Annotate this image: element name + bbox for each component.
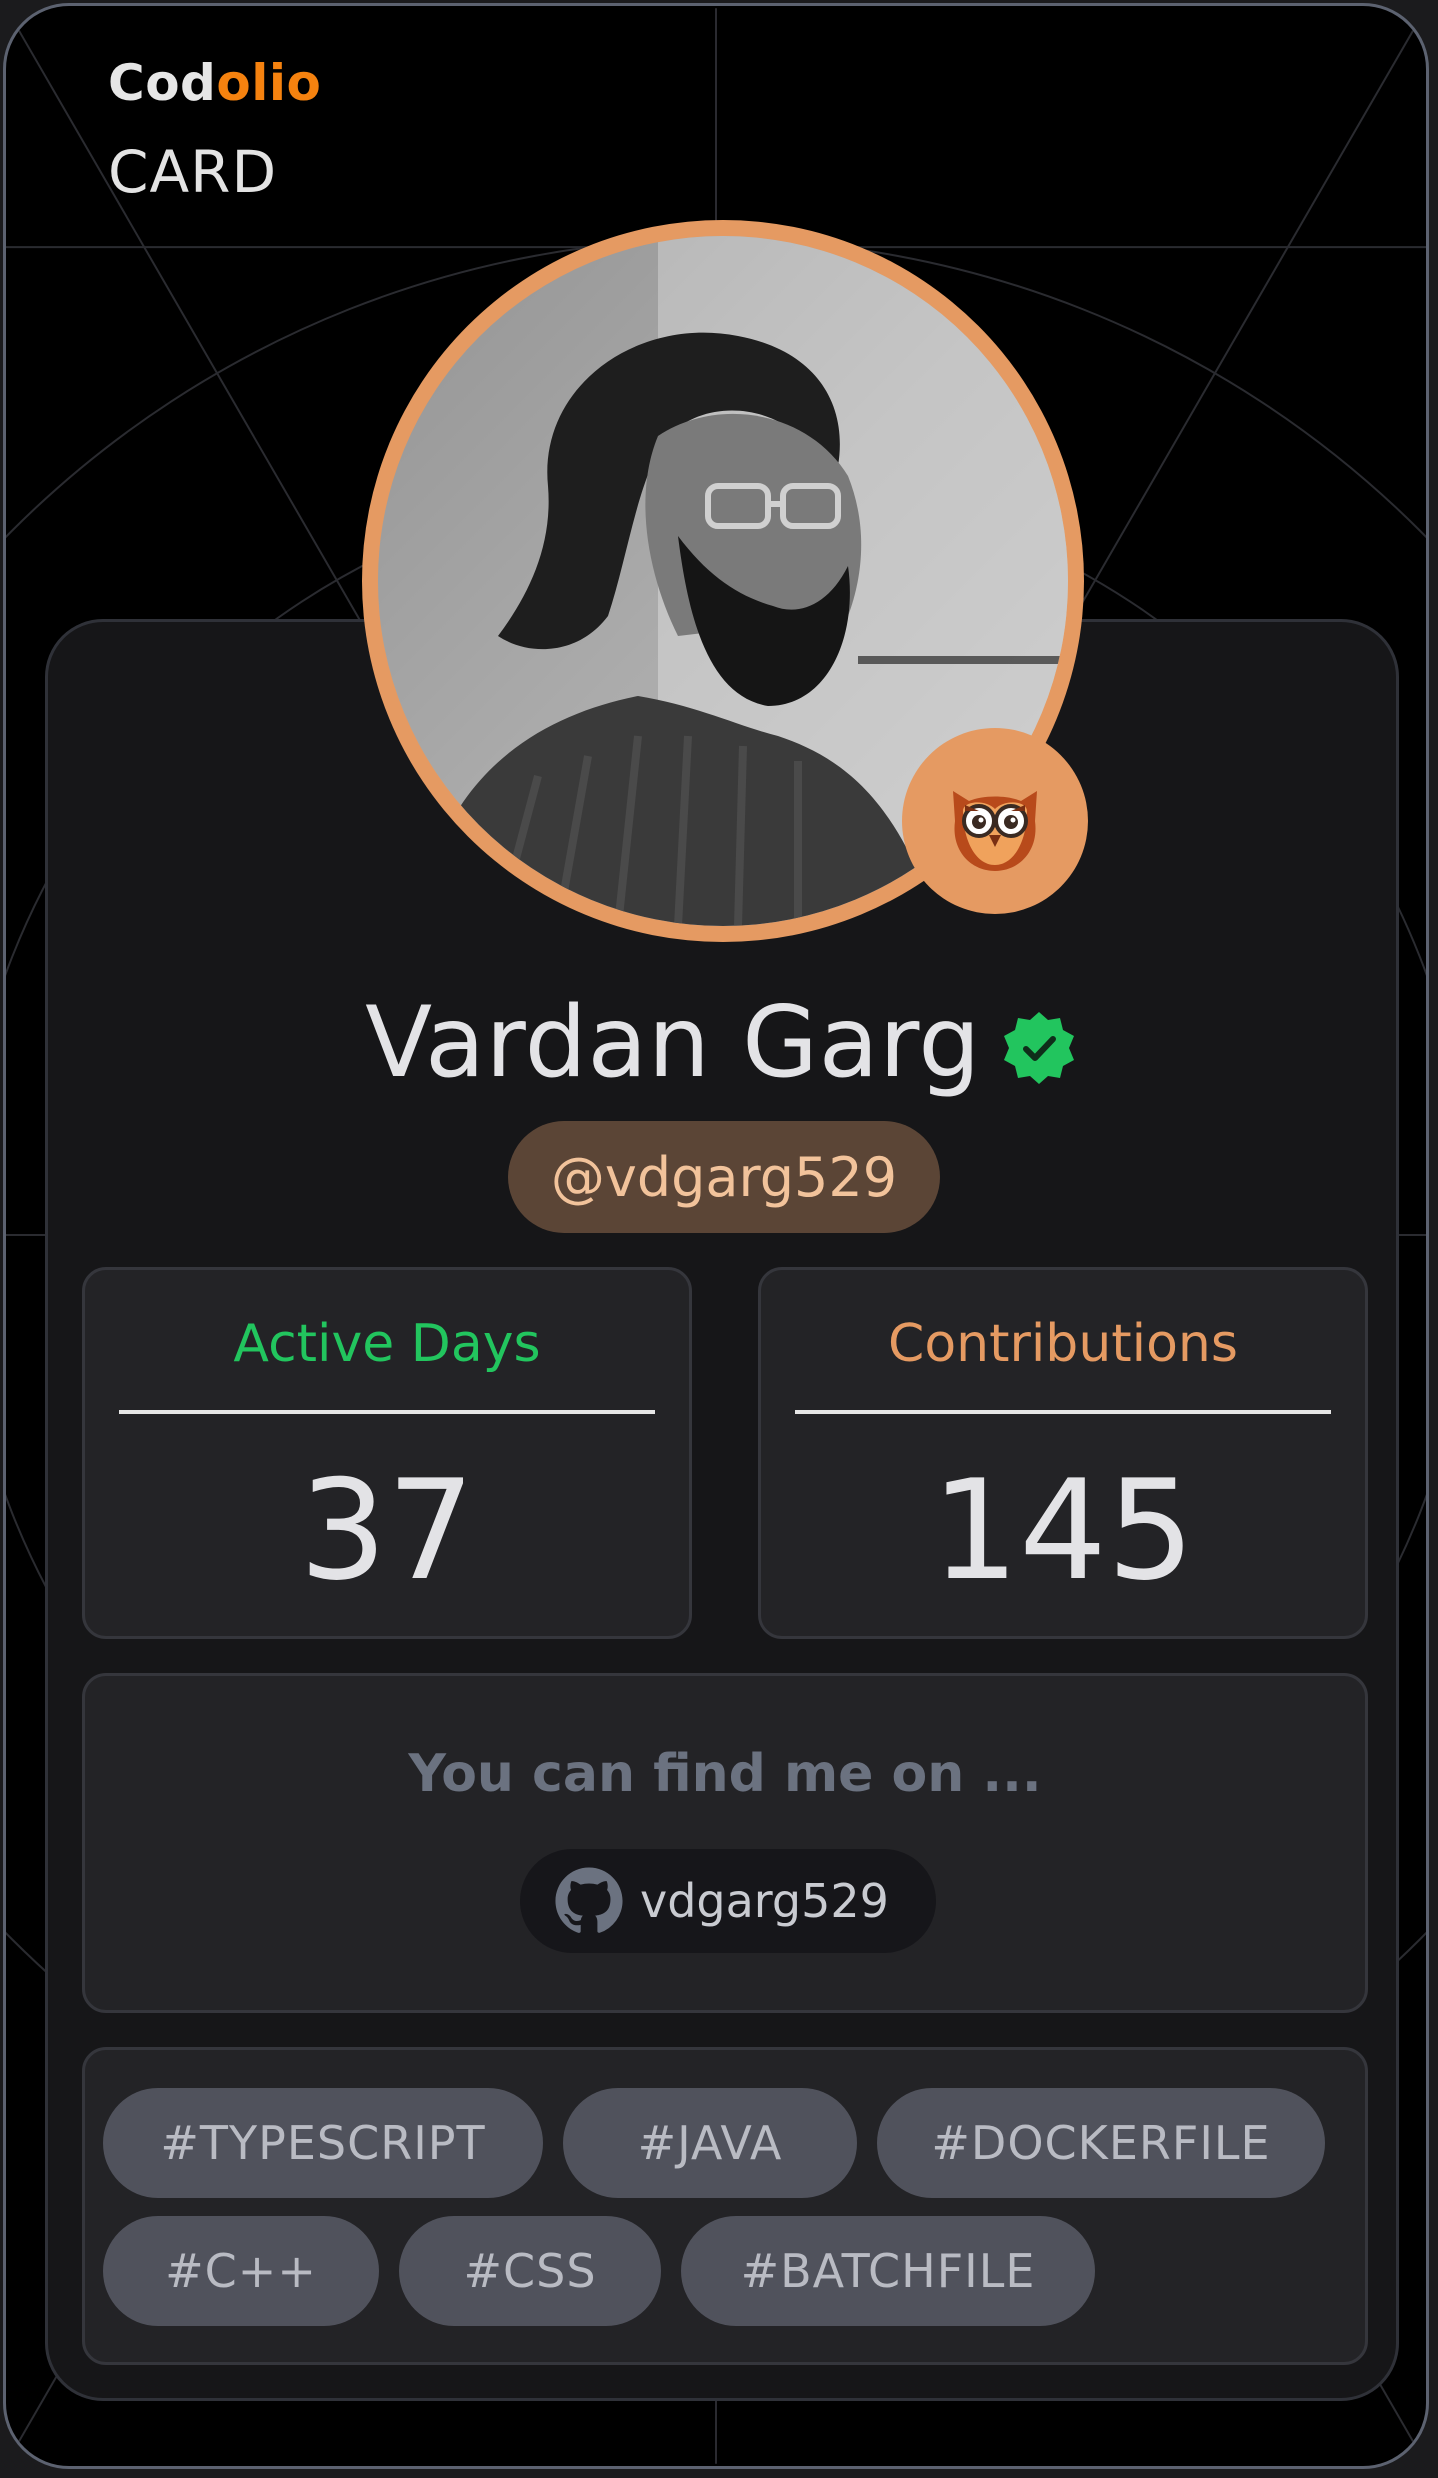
stat-value: 37 — [299, 1450, 475, 1611]
tag-java[interactable]: #JAVA — [563, 2088, 857, 2198]
find-me-section: You can find me on ... vdgarg529 — [82, 1673, 1368, 2013]
username-badge[interactable]: @vdgarg529 — [508, 1121, 940, 1233]
language-tags: #TYPESCRIPT #JAVA #DOCKERFILE #C++ #CSS … — [82, 2047, 1368, 2365]
tag-css[interactable]: #CSS — [399, 2216, 661, 2326]
tag-cpp[interactable]: #C++ — [103, 2216, 379, 2326]
verified-check-icon — [1003, 1012, 1074, 1084]
stat-value: 145 — [931, 1450, 1195, 1611]
brand-subtitle: CARD — [108, 138, 278, 206]
brand-accent: olio — [216, 54, 322, 112]
stat-active-days: Active Days 37 — [82, 1267, 692, 1639]
profile-name: Vardan Garg — [365, 986, 981, 1100]
tag-typescript[interactable]: #TYPESCRIPT — [103, 2088, 543, 2198]
stat-label: Contributions — [888, 1314, 1238, 1374]
divider — [795, 1410, 1331, 1414]
page: Codolio CARD Vardan Garg @vdgarg529 Acti… — [0, 0, 1438, 2478]
find-me-title: You can find me on ... — [408, 1744, 1042, 1804]
tag-batchfile[interactable]: #BATCHFILE — [681, 2216, 1095, 2326]
github-icon — [555, 1867, 623, 1933]
divider — [119, 1410, 655, 1414]
profile-card: Codolio CARD Vardan Garg @vdgarg529 Acti… — [3, 3, 1429, 2469]
name-row: Vardan Garg — [6, 986, 1426, 1100]
github-username: vdgarg529 — [640, 1874, 889, 1928]
tag-dockerfile[interactable]: #DOCKERFILE — [877, 2088, 1325, 2198]
brand-prefix: Cod — [108, 54, 217, 112]
owl-icon — [953, 791, 1037, 871]
stat-contributions: Contributions 145 — [758, 1267, 1368, 1639]
owl-badge — [902, 728, 1088, 914]
github-link[interactable]: vdgarg529 — [520, 1849, 936, 1953]
brand-logo: Codolio — [108, 54, 321, 112]
stat-label: Active Days — [233, 1314, 541, 1374]
